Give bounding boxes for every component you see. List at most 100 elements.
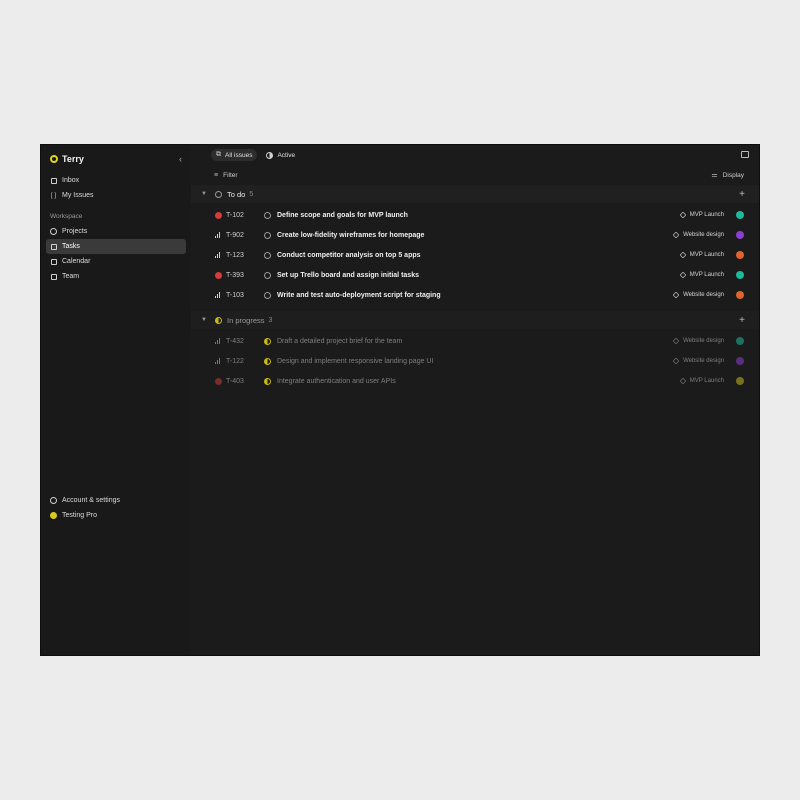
tab-label: Active (277, 151, 296, 159)
issue-title: Define scope and goals for MVP launch (277, 211, 408, 219)
add-issue-icon[interactable]: + (739, 189, 745, 200)
project-label: MVP Launch (689, 252, 724, 258)
priority-icon[interactable] (215, 211, 222, 219)
sidebar-item-inbox[interactable]: Inbox (46, 173, 186, 188)
project-tag[interactable]: MVP Launch (679, 251, 724, 259)
avatar[interactable] (736, 271, 744, 279)
priority-icon[interactable] (215, 377, 222, 385)
issue-row[interactable]: T-102 Define scope and goals for MVP lau… (191, 205, 759, 225)
todo-circle-icon (264, 291, 271, 299)
filter-label: Filter (223, 171, 238, 179)
status-icon[interactable] (264, 337, 271, 345)
avatar[interactable] (736, 231, 744, 239)
cube-icon (50, 228, 57, 235)
avatar[interactable] (736, 377, 744, 385)
issue-row[interactable]: T-432 Draft a detailed project brief for… (191, 331, 759, 351)
status-icon[interactable] (264, 251, 271, 259)
filter-bar: ≡ Filter ⚌ Display (191, 165, 759, 185)
copy-icon: ⧉ (216, 151, 221, 158)
plan-dot-icon (50, 512, 57, 519)
status-icon[interactable] (264, 291, 271, 299)
status-icon[interactable] (264, 357, 271, 365)
avatar[interactable] (736, 251, 744, 259)
in-progress-status-icon (215, 316, 222, 324)
sidebar-item-account-settings[interactable]: Account & settings (46, 493, 186, 508)
filter-icon: ≡ (214, 171, 219, 179)
side-panel-toggle-icon[interactable] (741, 151, 749, 158)
filter-button[interactable]: ≡ Filter (214, 172, 238, 179)
group-count: 5 (249, 190, 254, 198)
project-tag[interactable]: Website design (672, 231, 724, 239)
tasks-icon (50, 243, 57, 250)
sidebar-item-team[interactable]: Team (46, 269, 186, 284)
caret-down-icon[interactable]: ▼ (201, 191, 215, 197)
workspace-switcher[interactable]: Terry (50, 154, 84, 164)
priority-bars-icon (215, 292, 220, 298)
priority-bars-icon (215, 252, 220, 258)
sidebar-item-my-issues[interactable]: [ ] My Issues (46, 188, 186, 203)
issue-row[interactable]: T-103 Write and test auto-deployment scr… (191, 285, 759, 305)
project-label: MVP Launch (689, 212, 724, 218)
in-progress-circle-icon (264, 337, 271, 345)
priority-icon[interactable] (215, 338, 220, 344)
avatar[interactable] (736, 357, 744, 365)
project-tag[interactable]: MVP Launch (679, 377, 724, 385)
priority-icon[interactable] (215, 271, 222, 279)
issue-row[interactable]: T-403 Integrate authentication and user … (191, 371, 759, 391)
project-tag[interactable]: Website design (672, 291, 724, 299)
team-icon (50, 273, 57, 280)
group-header-in-progress[interactable]: ▼ In progress 3 + (191, 311, 759, 329)
sidebar-item-projects[interactable]: Projects (46, 224, 186, 239)
avatar[interactable] (736, 291, 744, 299)
issue-row[interactable]: T-902 Create low-fidelity wireframes for… (191, 225, 759, 245)
urgent-priority-icon (215, 377, 222, 385)
group-name: To do (227, 189, 246, 199)
issue-row[interactable]: T-123 Conduct competitor analysis on top… (191, 245, 759, 265)
priority-icon[interactable] (215, 358, 220, 364)
issue-title: Conduct competitor analysis on top 5 app… (277, 251, 421, 259)
tab-all-issues[interactable]: ⧉ All issues (211, 149, 258, 161)
in-progress-list: T-432 Draft a detailed project brief for… (191, 331, 759, 391)
issue-title: Write and test auto-deployment script fo… (277, 291, 441, 299)
project-tag[interactable]: Website design (672, 357, 724, 365)
project-label: MVP Launch (689, 378, 724, 384)
issue-row[interactable]: T-393 Set up Trello board and assign ini… (191, 265, 759, 285)
priority-icon[interactable] (215, 232, 220, 238)
cube-icon (672, 231, 680, 239)
status-icon[interactable] (264, 211, 271, 219)
project-tag[interactable]: MVP Launch (679, 211, 724, 219)
display-button[interactable]: ⚌ Display (711, 171, 744, 180)
issue-id: T-403 (226, 377, 244, 385)
tab-active[interactable]: Active (261, 149, 300, 161)
brand-name: Terry (62, 154, 84, 164)
urgent-priority-icon (215, 271, 222, 279)
cube-icon (672, 357, 680, 365)
project-tag[interactable]: Website design (672, 337, 724, 345)
sidebar-item-tasks[interactable]: Tasks (46, 239, 186, 254)
chevron-left-icon[interactable]: ‹ (179, 154, 182, 164)
todo-circle-icon (264, 251, 271, 259)
avatar[interactable] (736, 211, 744, 219)
status-icon[interactable] (264, 271, 271, 279)
cube-icon (672, 337, 680, 345)
sidebar-item-plan[interactable]: Testing Pro (46, 508, 186, 523)
in-progress-circle-icon (264, 377, 271, 385)
project-tag[interactable]: MVP Launch (679, 271, 724, 279)
view-tabs: ⧉ All issues Active (191, 145, 759, 165)
todo-list: T-102 Define scope and goals for MVP lau… (191, 205, 759, 305)
sidebar-item-calendar[interactable]: Calendar (46, 254, 186, 269)
avatar[interactable] (736, 337, 744, 345)
add-issue-icon[interactable]: + (739, 315, 745, 326)
in-progress-circle-icon (264, 357, 271, 365)
priority-icon[interactable] (215, 292, 220, 298)
status-icon[interactable] (264, 377, 271, 385)
issue-id: T-902 (226, 231, 244, 239)
brand-header: Terry ‹ (46, 149, 186, 169)
priority-icon[interactable] (215, 252, 220, 258)
project-label: Website design (683, 358, 724, 364)
project-label: MVP Launch (689, 272, 724, 278)
group-header-todo[interactable]: ▼ To do 5 + (191, 185, 759, 203)
issue-row[interactable]: T-122 Design and implement responsive la… (191, 351, 759, 371)
status-icon[interactable] (264, 231, 271, 239)
caret-down-icon[interactable]: ▼ (201, 317, 215, 323)
